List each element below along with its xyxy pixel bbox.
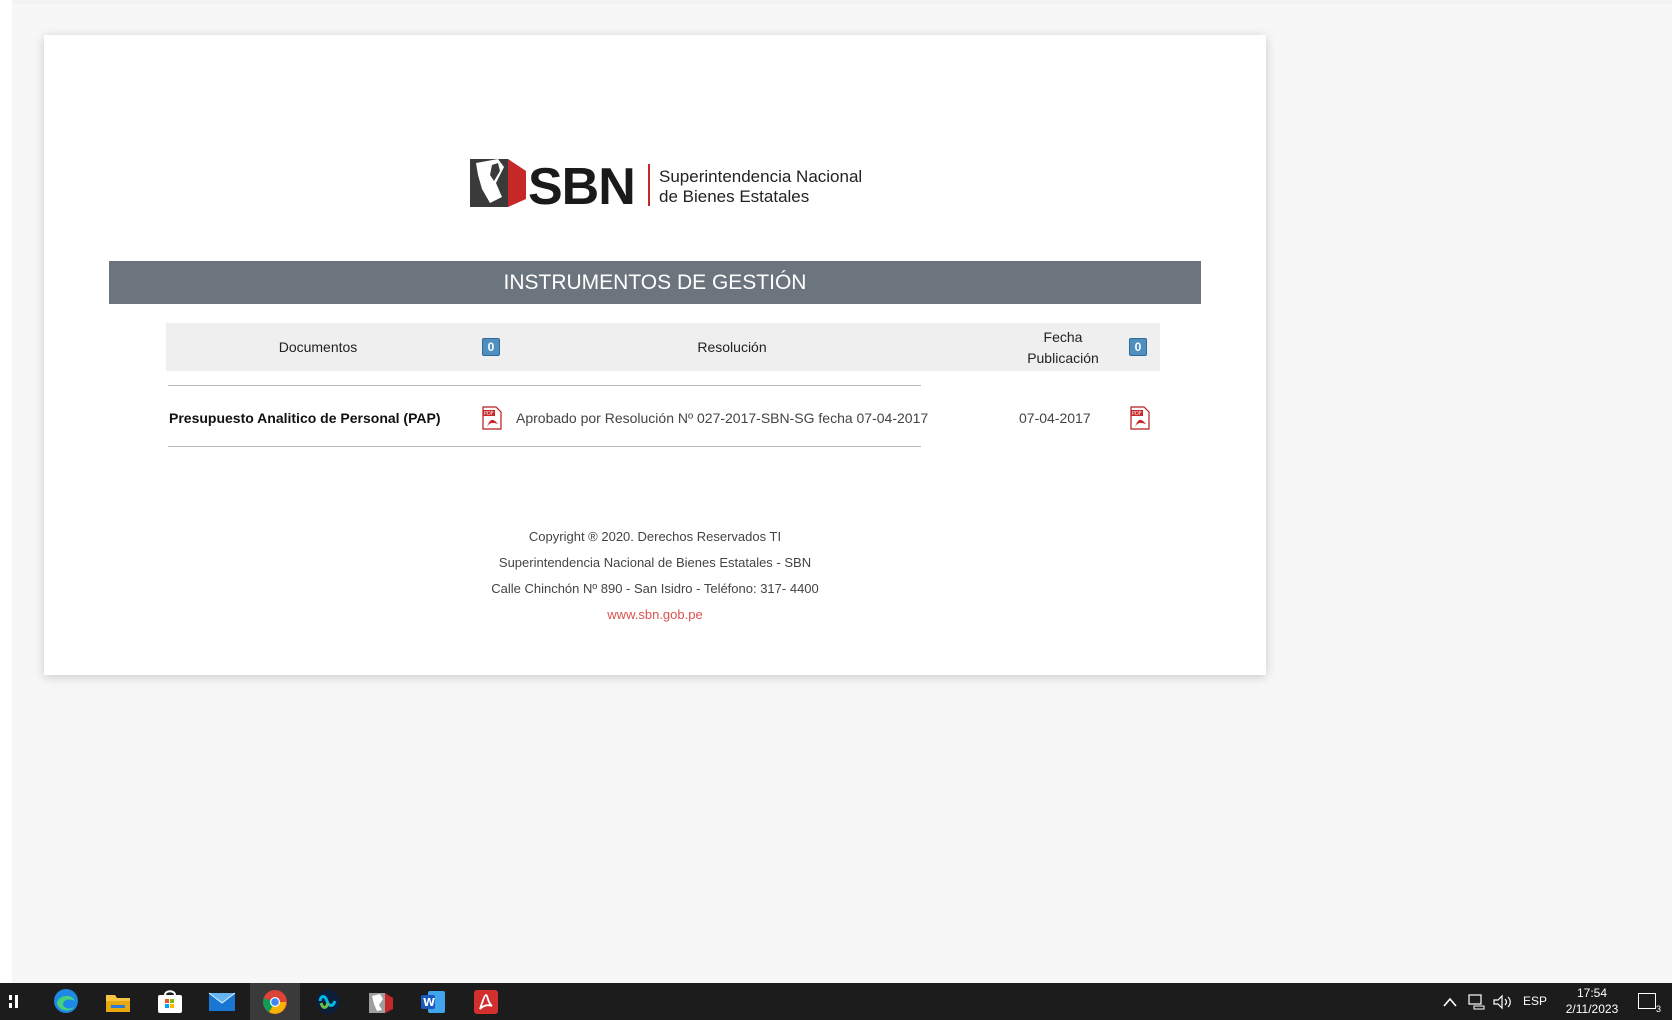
- table-header: Documentos Resolución Fecha Publicación: [166, 323, 1160, 371]
- word-icon: W: [421, 991, 445, 1013]
- header-fecha-line1: Fecha: [1043, 329, 1083, 345]
- network-icon[interactable]: [1468, 994, 1486, 1010]
- header-resolucion: Resolución: [697, 339, 767, 355]
- webex-taskbar-button[interactable]: [303, 983, 353, 1020]
- footer-website-link[interactable]: www.sbn.gob.pe: [44, 607, 1266, 622]
- file-explorer-taskbar-button[interactable]: [93, 983, 143, 1020]
- logo-divider: [648, 164, 650, 206]
- cell-documento: Presupuesto Analitico de Personal (PAP): [169, 410, 441, 426]
- task-view-icon: [9, 995, 18, 1008]
- logo-subtitle-line1: Superintendencia Nacional: [659, 167, 863, 186]
- logo-subtitle-line2: de Bienes Estatales: [659, 187, 810, 206]
- store-icon: [158, 990, 182, 1013]
- folder-icon: [106, 995, 130, 1012]
- language-indicator[interactable]: ESP: [1523, 983, 1547, 1020]
- logo-acronym: SBN: [528, 158, 636, 216]
- edge-icon: [54, 989, 78, 1013]
- footer-address: Calle Chinchón Nº 890 - San Isidro - Tel…: [491, 581, 819, 596]
- header-documentos: Documentos: [278, 339, 358, 355]
- svg-text:PDF: PDF: [484, 411, 494, 417]
- system-clock[interactable]: 17:54 2/11/2023: [1562, 985, 1622, 1017]
- cell-resolucion: Aprobado por Resolución Nº 027-2017-SBN-…: [516, 410, 929, 426]
- header-fecha-publicacion: Fecha Publicación: [1018, 327, 1108, 369]
- chrome-taskbar-button[interactable]: [250, 983, 300, 1020]
- clock-date: 2/11/2023: [1565, 1002, 1619, 1016]
- svg-text:PDF: PDF: [1132, 411, 1142, 417]
- mail-taskbar-button[interactable]: [197, 983, 247, 1020]
- mail-icon: [208, 992, 236, 1011]
- sbn-taskbar-button[interactable]: [356, 983, 406, 1020]
- taskbar: W ESP 17:54 2/11/2023 3: [0, 983, 1672, 1020]
- acrobat-taskbar-button[interactable]: [461, 983, 511, 1020]
- pdf-icon[interactable]: PDF: [481, 406, 503, 430]
- webex-icon: [316, 990, 340, 1014]
- notification-center-icon[interactable]: 3: [1638, 993, 1661, 1014]
- left-strip: [0, 0, 12, 983]
- sbn-logo[interactable]: SBN Superintendencia Nacional de Bienes …: [468, 127, 862, 217]
- notification-count: 3: [1655, 1004, 1661, 1014]
- footer-entity: Superintendencia Nacional de Bienes Esta…: [498, 555, 812, 570]
- section-banner: INSTRUMENTOS DE GESTIÓN: [109, 261, 1201, 304]
- chevron-up-icon[interactable]: [1443, 997, 1457, 1007]
- word-taskbar-button[interactable]: W: [408, 983, 458, 1020]
- edge-taskbar-button[interactable]: [41, 983, 91, 1020]
- footer-copyright: Copyright ® 2020. Derechos Reservados TI: [528, 529, 782, 544]
- header-fecha-line2: Publicación: [1027, 350, 1099, 366]
- sbn-app-icon: [369, 993, 393, 1013]
- svg-text:W: W: [423, 996, 435, 1009]
- task-view-button[interactable]: [0, 983, 24, 1020]
- acrobat-icon: [474, 990, 498, 1014]
- store-taskbar-button[interactable]: [145, 983, 195, 1020]
- table-divider: [168, 385, 921, 386]
- table-divider: [168, 446, 921, 447]
- pdf-icon[interactable]: PDF: [1129, 406, 1151, 430]
- volume-icon[interactable]: [1493, 994, 1513, 1010]
- sort-icon[interactable]: [482, 338, 500, 356]
- content-card: SBN Superintendencia Nacional de Bienes …: [44, 35, 1266, 675]
- table-row: Presupuesto Analitico de Personal (PAP) …: [166, 398, 1160, 438]
- clock-time: 17:54: [1576, 986, 1608, 1000]
- cell-fecha: 07-04-2017: [1019, 410, 1091, 426]
- peru-map-icon: [470, 159, 526, 207]
- logo-subtitle: Superintendencia Nacional de Bienes Esta…: [659, 167, 862, 207]
- sort-icon[interactable]: [1129, 338, 1147, 356]
- chrome-icon: [263, 990, 287, 1014]
